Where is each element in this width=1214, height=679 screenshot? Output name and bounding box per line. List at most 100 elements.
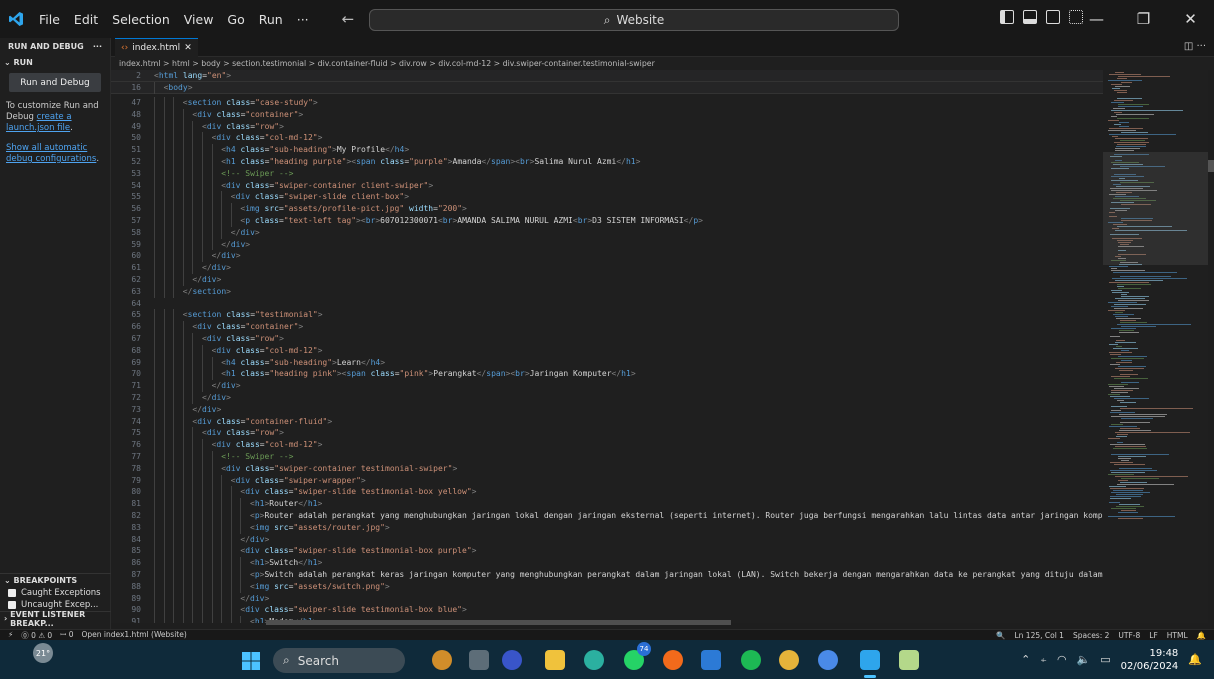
code-line[interactable]: 85 <div class="swiper-slide testimonial-b…	[111, 545, 1103, 558]
code-line[interactable]: 64	[111, 298, 1103, 310]
notifications-icon[interactable]: 🔔	[1197, 631, 1206, 640]
code-line[interactable]: 88 <img src="assets/switch.png">	[111, 580, 1103, 593]
code-line[interactable]: 56 <img src="assets/profile-pict.jpg" wid…	[111, 203, 1103, 215]
live-server-status[interactable]: Open index1.html (Website)	[81, 630, 186, 641]
menu-go[interactable]: Go	[220, 12, 251, 27]
checkbox-icon[interactable]	[8, 589, 16, 597]
code-line[interactable]: 2 <html lang="en">	[111, 70, 1103, 82]
command-center-search[interactable]: ⌕ Website	[369, 9, 899, 31]
vertical-scrollbar[interactable]	[1208, 160, 1214, 172]
code-line[interactable]: 82 <p>Router adalah perangkat yang menghu…	[111, 510, 1103, 522]
windows-start-icon[interactable]	[241, 651, 261, 671]
taskbar-app-edge-icon[interactable]	[584, 650, 604, 670]
line-ending[interactable]: LF	[1149, 631, 1158, 640]
taskbar-search[interactable]: ⌕ Search	[273, 648, 405, 673]
taskbar-app-origin-icon[interactable]	[663, 650, 683, 670]
taskbar-app-spotify-icon[interactable]	[741, 650, 761, 670]
taskbar-app-explorer-icon[interactable]	[545, 650, 565, 670]
code-line[interactable]: 67 <div class="row">	[111, 333, 1103, 345]
code-line[interactable]: 54 <div class="swiper-container client-sw…	[111, 179, 1103, 192]
code-line[interactable]: 47 <section class="case-study">	[111, 97, 1103, 109]
taskbar-app-chrome-icon[interactable]	[779, 650, 799, 670]
checkbox-icon[interactable]	[8, 601, 16, 609]
code-line[interactable]: 48 <div class="container">	[111, 108, 1103, 121]
run-section-header[interactable]: ⌄ RUN	[0, 55, 110, 69]
code-line[interactable]: 49 <div class="row">	[111, 120, 1103, 133]
code-line[interactable]: 77 <!-- Swiper -->	[111, 451, 1103, 463]
minimap-slider[interactable]	[1103, 152, 1208, 265]
chevron-up-icon[interactable]: ⌃	[1021, 653, 1030, 666]
close-icon[interactable]: ✕	[1167, 0, 1214, 38]
menu-edit[interactable]: Edit	[67, 12, 105, 27]
restore-icon[interactable]: ❐	[1120, 0, 1167, 38]
taskbar-app-notepad-icon[interactable]	[899, 650, 919, 670]
code-line[interactable]: 90 <div class="swiper-slide testimonial-b…	[111, 604, 1103, 617]
wifi-icon[interactable]: ◠	[1057, 653, 1067, 666]
cursor-position[interactable]: Ln 125, Col 1	[1014, 631, 1063, 640]
run-and-debug-button[interactable]: Run and Debug	[9, 73, 101, 92]
encoding[interactable]: UTF-8	[1118, 631, 1140, 640]
code-line[interactable]: 65 <section class="testimonial">	[111, 309, 1103, 322]
code-line[interactable]: 87 <p>Switch adalah perangkat keras jarin…	[111, 569, 1103, 581]
volume-icon[interactable]: 🔈	[1077, 653, 1091, 666]
code-line[interactable]: 55 <div class="swiper-slide client-box">	[111, 191, 1103, 204]
split-editor-icon[interactable]: ◫ ···	[1184, 41, 1206, 52]
code-line[interactable]: 63 </section>	[111, 285, 1103, 298]
menu-selection[interactable]: Selection	[105, 12, 177, 27]
code-line[interactable]: 52 <h1 class="heading purple"><span class…	[111, 156, 1103, 168]
taskbar-app-meet-icon[interactable]	[502, 650, 522, 670]
toggle-sidebar-icon[interactable]	[1000, 10, 1014, 24]
bluetooth-icon[interactable]: ⍅	[1040, 653, 1047, 667]
menu-file[interactable]: File	[32, 12, 67, 27]
code-line[interactable]: 75 <div class="row">	[111, 427, 1103, 440]
code-line[interactable]: 68 <div class="col-md-12">	[111, 344, 1103, 357]
code-line[interactable]: 80 <div class="swiper-slide testimonial-b…	[111, 486, 1103, 499]
code-line[interactable]: 66 <div class="container">	[111, 321, 1103, 333]
code-line[interactable]: 81 <h1>Router</h1>	[111, 498, 1103, 510]
code-line[interactable]: 72 </div>	[111, 392, 1103, 404]
zoom-icon[interactable]: 🔍	[996, 631, 1005, 640]
notification-bell-icon[interactable]: 🔔	[1188, 653, 1202, 666]
show-all-configurations-link[interactable]: Show all automatic debug configurations	[6, 143, 96, 164]
code-line[interactable]: 62 </div>	[111, 274, 1103, 286]
weather-widget[interactable]: 21°	[33, 643, 53, 663]
taskbar-app-widgets-icon[interactable]	[432, 650, 452, 670]
horizontal-scrollbar[interactable]	[266, 620, 731, 625]
code-line[interactable]: 50 <div class="col-md-12">	[111, 132, 1103, 145]
code-line[interactable]: 59 </div>	[111, 238, 1103, 251]
indentation[interactable]: Spaces: 2	[1073, 631, 1109, 640]
code-line[interactable]: 70 <h1 class="heading pink"><span class="…	[111, 368, 1103, 381]
clock[interactable]: 19:48 02/06/2024	[1121, 647, 1179, 673]
menu-run[interactable]: Run	[252, 12, 290, 27]
close-tab-icon[interactable]: ✕	[184, 43, 192, 53]
toggle-panel-icon[interactable]	[1023, 10, 1037, 24]
taskbar-app-store-icon[interactable]	[701, 650, 721, 670]
code-line[interactable]: 51 <h4 class="sub-heading">My Profile</h4…	[111, 144, 1103, 156]
more-actions-icon[interactable]: ···	[93, 42, 102, 51]
code-line[interactable]: 89 </div>	[111, 592, 1103, 605]
event-listener-header[interactable]: › EVENT LISTENER BREAKP...	[0, 610, 111, 628]
code-line[interactable]: 86 <h1>Switch</h1>	[111, 557, 1103, 569]
toggle-secondary-sidebar-icon[interactable]	[1046, 10, 1060, 24]
code-line[interactable]: 78 <div class="swiper-container testimoni…	[111, 462, 1103, 475]
breakpoint-caught-exceptions[interactable]: Caught Exceptions	[0, 587, 111, 599]
menu-more[interactable]: ···	[290, 12, 316, 27]
breakpoints-header[interactable]: ⌄ BREAKPOINTS	[0, 573, 111, 587]
code-line[interactable]: 58 </div>	[111, 226, 1103, 239]
ports-status[interactable]: ꟷ 0	[60, 630, 73, 641]
code-line[interactable]: 71 </div>	[111, 380, 1103, 392]
language-mode[interactable]: HTML	[1167, 631, 1188, 640]
code-line[interactable]: 69 <h4 class="sub-heading">Learn</h4>	[111, 356, 1103, 369]
problems-status[interactable]: ⓪ 0 ⚠ 0	[21, 630, 52, 641]
back-arrow-icon[interactable]: ←	[342, 10, 355, 28]
code-line[interactable]: 53 <!-- Swiper -->	[111, 167, 1103, 180]
minimize-icon[interactable]: —	[1073, 0, 1120, 38]
taskbar-app-task-view-icon[interactable]	[469, 650, 489, 670]
tab-index-html[interactable]: ‹› index.html ✕	[115, 38, 198, 57]
taskbar-app-chrome-profile-icon[interactable]	[818, 650, 838, 670]
code-line[interactable]: 60 </div>	[111, 250, 1103, 263]
remote-icon[interactable]: ⚡	[8, 630, 13, 641]
taskbar-app-vscode-icon[interactable]	[860, 650, 880, 670]
code-line[interactable]: 74 <div class="container-fluid">	[111, 415, 1103, 428]
code-line[interactable]: 76 <div class="col-md-12">	[111, 439, 1103, 451]
